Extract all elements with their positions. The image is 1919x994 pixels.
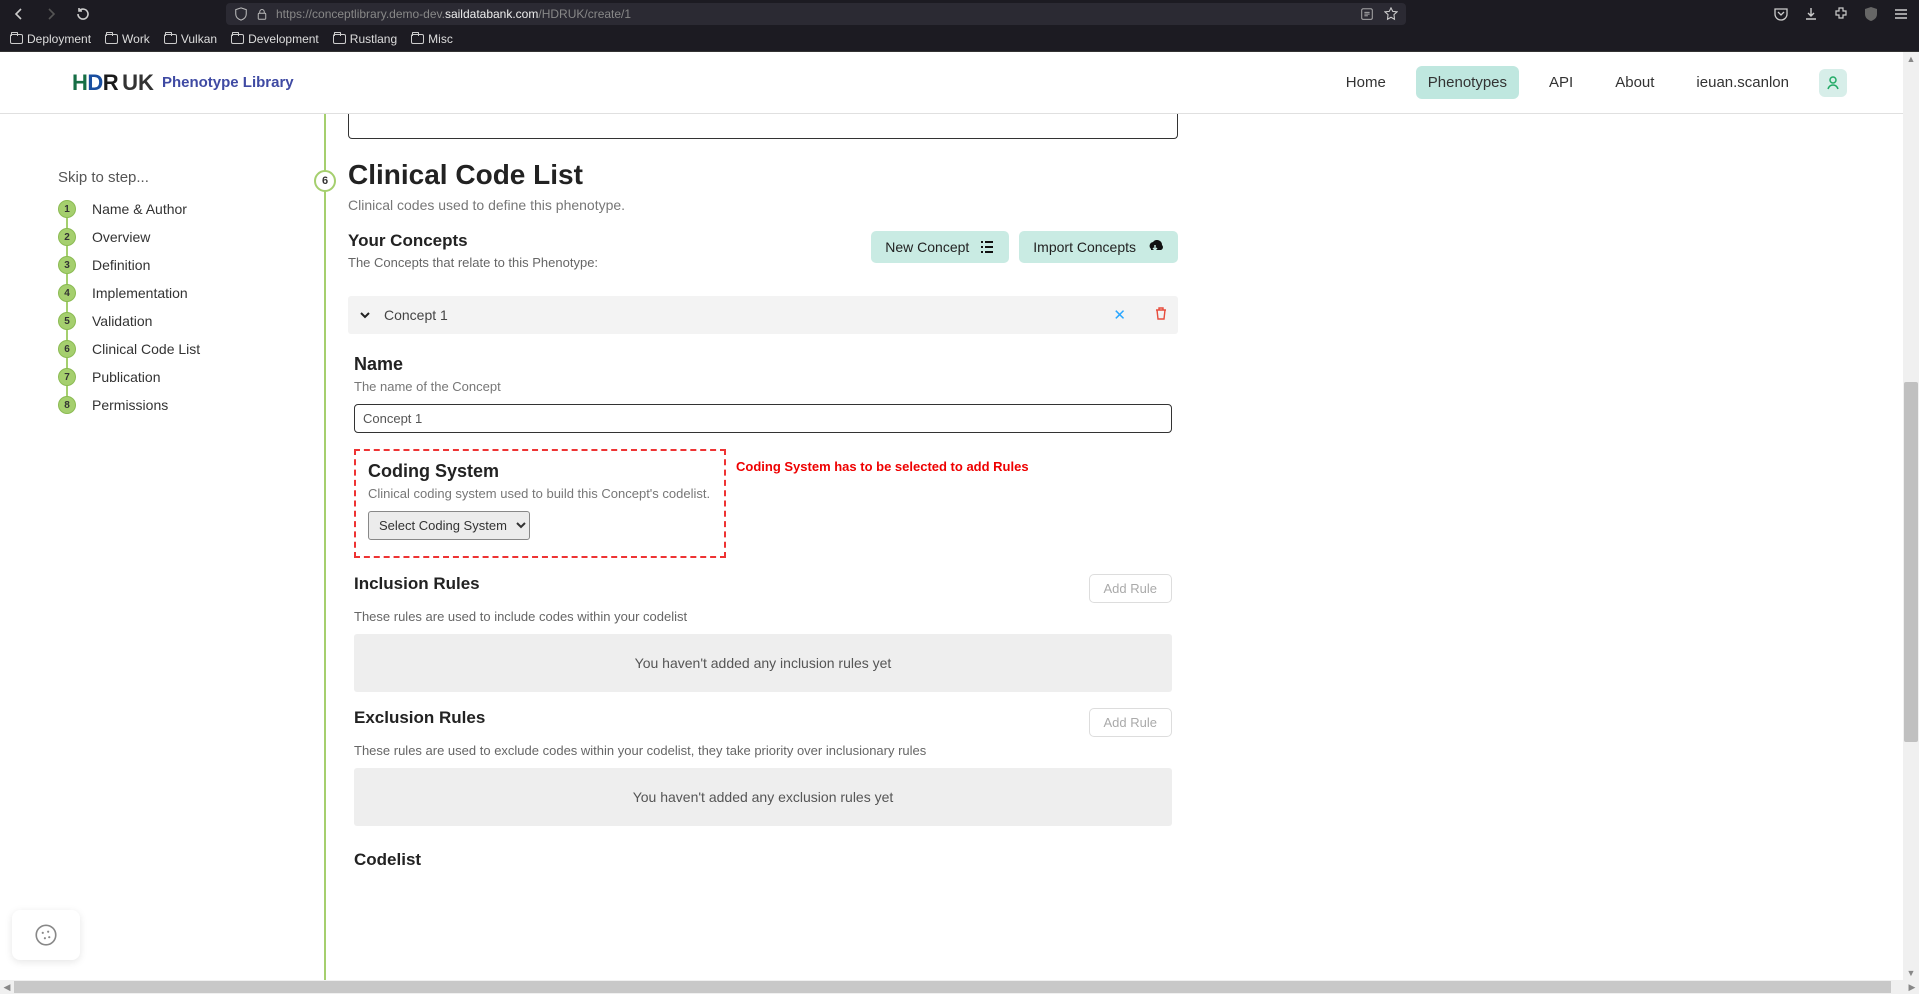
step-permissions[interactable]: 8Permissions — [58, 396, 300, 414]
hamburger-menu-icon[interactable] — [1893, 6, 1909, 22]
nav-api[interactable]: API — [1537, 66, 1585, 99]
coding-label: Coding System — [368, 461, 712, 482]
step-implementation[interactable]: 4Implementation — [58, 284, 300, 302]
download-icon[interactable] — [1803, 6, 1819, 22]
bookmark-misc[interactable]: Misc — [411, 32, 453, 46]
sidebar-heading: Skip to step... — [58, 169, 300, 186]
name-desc: The name of the Concept — [354, 379, 1172, 394]
name-label: Name — [354, 354, 1172, 375]
folder-icon — [333, 34, 346, 44]
folder-icon — [10, 34, 23, 44]
url-text: https://conceptlibrary.demo-dev.saildata… — [276, 7, 1352, 21]
scroll-right-icon[interactable]: ▶ — [1905, 982, 1919, 993]
reader-icon[interactable] — [1360, 7, 1374, 21]
section-desc: Clinical codes used to define this pheno… — [348, 197, 1178, 213]
coding-desc: Clinical coding system used to build thi… — [368, 486, 712, 501]
nav-about[interactable]: About — [1603, 66, 1666, 99]
section-title: Clinical Code List — [348, 159, 1178, 191]
inclusion-title: Inclusion Rules — [354, 574, 480, 594]
import-concepts-button[interactable]: Import Concepts — [1019, 231, 1178, 263]
horizontal-scroll-thumb[interactable] — [14, 981, 1891, 993]
user-avatar-icon[interactable] — [1819, 69, 1847, 97]
concept-bar-title: Concept 1 — [384, 307, 448, 323]
previous-field-edge[interactable] — [348, 114, 1178, 139]
content-area: 6 Clinical Code List Clinical codes used… — [300, 114, 1919, 980]
coding-system-select[interactable]: Select Coding System — [368, 511, 530, 540]
concept-name-input[interactable] — [354, 404, 1172, 433]
your-concepts-title: Your Concepts — [348, 231, 598, 251]
your-concepts-desc: The Concepts that relate to this Phenoty… — [348, 255, 598, 270]
inclusion-empty: You haven't added any inclusion rules ye… — [354, 634, 1172, 692]
vertical-scroll-thumb[interactable] — [1904, 382, 1918, 742]
exclusion-title: Exclusion Rules — [354, 708, 485, 728]
folder-icon — [105, 34, 118, 44]
browser-chrome: https://conceptlibrary.demo-dev.saildata… — [0, 0, 1919, 52]
step-overview[interactable]: 2Overview — [58, 228, 300, 246]
folder-icon — [231, 34, 244, 44]
step-definition[interactable]: 3Definition — [58, 256, 300, 274]
bookmark-vulkan[interactable]: Vulkan — [164, 32, 217, 46]
extensions-icon[interactable] — [1833, 6, 1849, 22]
step-marker-6: 6 — [314, 170, 336, 192]
shield-icon — [234, 7, 248, 21]
pocket-icon[interactable] — [1773, 6, 1789, 22]
nav-phenotypes[interactable]: Phenotypes — [1416, 66, 1519, 99]
logo-subtitle: Phenotype Library — [162, 74, 294, 91]
logo[interactable]: HDRUK Phenotype Library — [72, 70, 294, 96]
lock-icon — [256, 7, 268, 21]
nav-forward-icon — [42, 5, 60, 23]
add-exclusion-rule-button[interactable]: Add Rule — [1089, 708, 1172, 737]
url-bar[interactable]: https://conceptlibrary.demo-dev.saildata… — [226, 3, 1406, 25]
site-header: HDRUK Phenotype Library Home Phenotypes … — [0, 52, 1919, 114]
bookmark-rustlang[interactable]: Rustlang — [333, 32, 397, 46]
top-nav: Home Phenotypes API About ieuan.scanlon — [1334, 66, 1847, 99]
coding-warning: Coding System has to be selected to add … — [736, 459, 1029, 474]
scroll-up-icon[interactable]: ▲ — [1903, 52, 1919, 66]
timeline-line — [324, 114, 326, 980]
nav-back-icon[interactable] — [10, 5, 28, 23]
bookmark-work[interactable]: Work — [105, 32, 150, 46]
concept-close-icon[interactable]: ✕ — [1113, 306, 1126, 324]
new-concept-button[interactable]: New Concept — [871, 231, 1009, 263]
codelist-title: Codelist — [354, 850, 1172, 870]
step-name-author[interactable]: 1Name & Author — [58, 200, 300, 218]
nav-reload-icon[interactable] — [74, 5, 92, 23]
folder-icon — [411, 34, 424, 44]
nav-user[interactable]: ieuan.scanlon — [1684, 66, 1801, 99]
coding-system-group: Coding System Clinical coding system use… — [354, 449, 726, 558]
step-clinical-code-list[interactable]: 6Clinical Code List — [58, 340, 300, 358]
inclusion-desc: These rules are used to include codes wi… — [354, 609, 1172, 624]
nav-home[interactable]: Home — [1334, 66, 1398, 99]
step-validation[interactable]: 5Validation — [58, 312, 300, 330]
cloud-download-icon — [1146, 240, 1164, 254]
exclusion-empty: You haven't added any exclusion rules ye… — [354, 768, 1172, 826]
step-sidebar: Skip to step... 1Name & Author 2Overview… — [0, 114, 300, 980]
chevron-down-icon[interactable] — [358, 308, 372, 322]
vertical-scrollbar[interactable]: ▲ ▼ — [1903, 52, 1919, 980]
exclusion-desc: These rules are used to exclude codes wi… — [354, 743, 1172, 758]
scroll-down-icon[interactable]: ▼ — [1903, 966, 1919, 980]
step-publication[interactable]: 7Publication — [58, 368, 300, 386]
add-inclusion-rule-button[interactable]: Add Rule — [1089, 574, 1172, 603]
list-icon — [979, 240, 995, 254]
concept-delete-icon[interactable] — [1154, 306, 1168, 324]
concept-header-bar[interactable]: Concept 1 ✕ — [348, 296, 1178, 334]
bookmark-deployment[interactable]: Deployment — [10, 32, 91, 46]
bookmark-star-icon[interactable] — [1384, 7, 1398, 21]
privacy-shield-icon[interactable] — [1863, 6, 1879, 22]
scroll-left-icon[interactable]: ◀ — [0, 982, 14, 993]
horizontal-scrollbar[interactable]: ◀ ▶ — [0, 980, 1919, 994]
folder-icon — [164, 34, 177, 44]
bookmark-development[interactable]: Development — [231, 32, 319, 46]
cookie-preferences-button[interactable] — [12, 910, 80, 960]
